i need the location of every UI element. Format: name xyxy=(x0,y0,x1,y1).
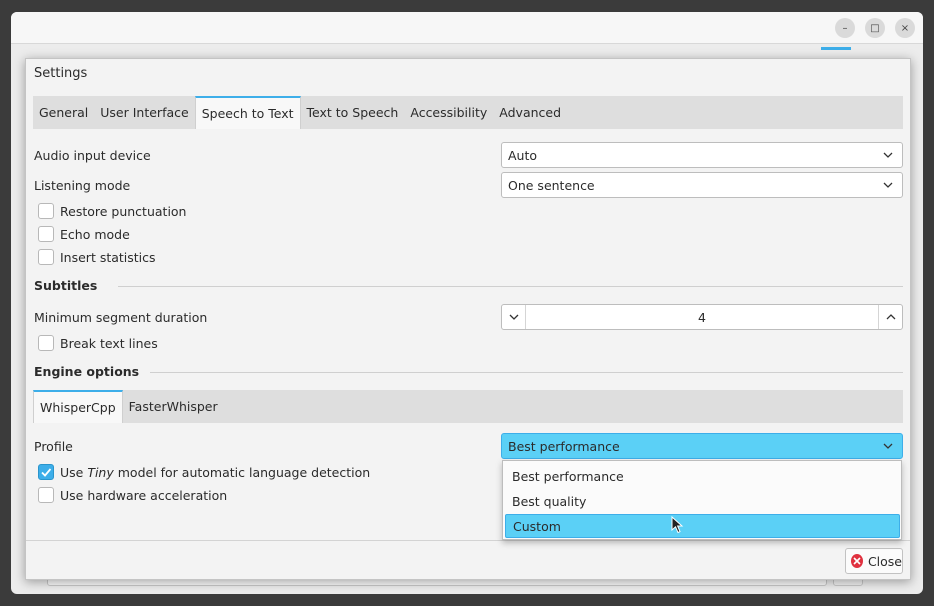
use-tiny-model-label: Use Tiny model for automatic language de… xyxy=(60,465,370,480)
min-segment-spinbox[interactable]: 4 xyxy=(501,304,903,330)
break-text-lines-label: Break text lines xyxy=(60,335,158,351)
maximize-button[interactable]: □ xyxy=(865,18,885,38)
profile-label: Profile xyxy=(34,439,73,454)
subtitles-separator xyxy=(118,286,903,287)
tab-speech-to-text[interactable]: Speech to Text xyxy=(194,96,301,129)
use-tiny-model-row[interactable]: Use Tiny model for automatic language de… xyxy=(38,464,370,480)
break-text-lines-row[interactable]: Break text lines xyxy=(38,335,158,351)
engine-options-heading: Engine options xyxy=(34,364,140,379)
check-icon xyxy=(41,468,52,477)
insert-statistics-row[interactable]: Insert statistics xyxy=(38,249,156,265)
echo-mode-checkbox[interactable] xyxy=(38,226,54,242)
profile-option-custom[interactable]: Custom xyxy=(505,514,900,538)
hardware-acceleration-label: Use hardware acceleration xyxy=(60,487,228,503)
audio-input-value: Auto xyxy=(508,147,538,163)
close-circle-icon xyxy=(851,554,863,568)
audio-input-label: Audio input device xyxy=(34,148,151,163)
engine-tabbar: WhisperCpp FasterWhisper xyxy=(33,390,903,423)
min-segment-value[interactable]: 4 xyxy=(526,305,878,329)
min-segment-label: Minimum segment duration xyxy=(34,310,208,325)
dialog-title: Settings xyxy=(34,66,88,81)
hardware-acceleration-row[interactable]: Use hardware acceleration xyxy=(38,487,227,503)
profile-value: Best performance xyxy=(508,438,620,454)
restore-punctuation-checkbox[interactable] xyxy=(38,203,54,219)
close-button[interactable]: Close xyxy=(845,548,903,574)
chevron-up-icon xyxy=(886,314,895,320)
profile-option-best-quality[interactable]: Best quality xyxy=(505,489,900,513)
use-tiny-model-label-end: model for automatic language detection xyxy=(113,464,371,480)
tab-general[interactable]: General xyxy=(33,96,94,129)
hardware-acceleration-checkbox[interactable] xyxy=(38,487,54,503)
profile-option-best-performance[interactable]: Best performance xyxy=(505,464,900,488)
engine-separator xyxy=(150,372,903,373)
tab-advanced[interactable]: Advanced xyxy=(493,96,567,129)
chevron-down-icon xyxy=(883,152,893,158)
audio-input-combo[interactable]: Auto xyxy=(501,142,903,168)
tab-accessibility[interactable]: Accessibility xyxy=(404,96,493,129)
insert-statistics-checkbox[interactable] xyxy=(38,249,54,265)
echo-mode-row[interactable]: Echo mode xyxy=(38,226,130,242)
listening-mode-combo[interactable]: One sentence xyxy=(501,172,903,198)
tab-fasterwhisper[interactable]: FasterWhisper xyxy=(123,390,224,423)
use-tiny-model-checkbox[interactable] xyxy=(38,464,54,480)
mouse-pointer-icon xyxy=(671,516,684,534)
window-close-button[interactable]: × xyxy=(895,18,915,38)
tab-user-interface[interactable]: User Interface xyxy=(94,96,194,129)
background-accent-strip xyxy=(821,47,851,50)
use-tiny-model-label-emphasis: Tiny xyxy=(87,464,114,480)
tab-text-to-speech[interactable]: Text to Speech xyxy=(301,96,405,129)
use-tiny-model-label-start: Use xyxy=(60,464,88,480)
tab-whispercpp[interactable]: WhisperCpp xyxy=(33,390,123,423)
background-titlebar: – □ × xyxy=(11,12,923,44)
listening-mode-label: Listening mode xyxy=(34,178,131,193)
profile-combo[interactable]: Best performance xyxy=(501,433,903,459)
restore-punctuation-label: Restore punctuation xyxy=(60,203,187,219)
profile-dropdown-list: Best performance Best quality Custom xyxy=(502,460,902,540)
restore-punctuation-row[interactable]: Restore punctuation xyxy=(38,203,186,219)
listening-mode-value: One sentence xyxy=(508,177,595,193)
spin-increment-button[interactable] xyxy=(878,305,902,329)
chevron-down-icon xyxy=(883,443,893,449)
dialog-footer-separator xyxy=(26,540,910,541)
settings-dialog: Settings General User Interface Speech t… xyxy=(25,58,911,580)
chevron-down-icon xyxy=(509,314,518,320)
subtitles-heading: Subtitles xyxy=(34,278,98,293)
echo-mode-label: Echo mode xyxy=(60,226,130,242)
settings-tabbar: General User Interface Speech to Text Te… xyxy=(33,96,903,129)
break-text-lines-checkbox[interactable] xyxy=(38,335,54,351)
spin-decrement-button[interactable] xyxy=(502,305,526,329)
insert-statistics-label: Insert statistics xyxy=(60,249,156,265)
chevron-down-icon xyxy=(883,182,893,188)
minimize-button[interactable]: – xyxy=(835,18,855,38)
close-button-label: Close xyxy=(867,553,902,569)
